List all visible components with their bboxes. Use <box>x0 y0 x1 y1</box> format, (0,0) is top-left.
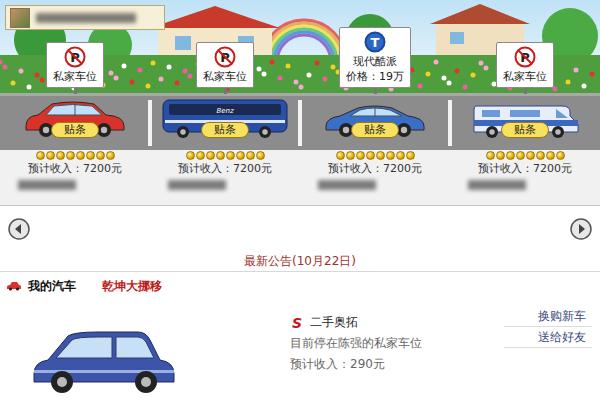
coin-row <box>336 151 415 160</box>
coin-icon <box>406 151 415 160</box>
sign-pole <box>524 88 527 94</box>
coin-icon <box>86 151 95 160</box>
coin-icon <box>206 151 215 160</box>
coin-icon <box>356 151 365 160</box>
my-car-info: S二手奥拓目前停在陈强的私家车位预计收入：290元 <box>290 300 504 373</box>
coin-icon <box>496 151 505 160</box>
user-box <box>5 5 165 30</box>
coin-icon <box>556 151 565 160</box>
svg-text:Benz: Benz <box>216 107 234 115</box>
sign-pole <box>74 88 77 94</box>
ticket-button[interactable]: 贴条 <box>351 122 399 138</box>
coin-icon <box>536 151 545 160</box>
coin-icon <box>386 151 395 160</box>
parking-spot: P私家车位贴条预计收入：7200元 <box>450 22 600 190</box>
owner-name-blurred <box>168 180 226 190</box>
coin-row <box>486 151 565 160</box>
no-parking-icon: P <box>64 46 86 68</box>
owner-name-blurred <box>318 180 376 190</box>
my-car-panel: S二手奥拓目前停在陈强的私家车位预计收入：290元换购新车送给好友 <box>0 300 600 403</box>
coin-icon <box>376 151 385 160</box>
latest-notice[interactable]: 最新公告(10月22日) <box>0 251 600 271</box>
coin-icon <box>66 151 75 160</box>
spot-income: 预计收入：7200元 <box>328 162 422 176</box>
my-car-header: 我的汽车 乾坤大挪移 <box>0 271 600 300</box>
coin-icon <box>336 151 345 160</box>
spot-income: 预计收入：7200元 <box>178 162 272 176</box>
spot-sign[interactable]: P私家车位 <box>496 42 554 88</box>
sign-pole <box>374 88 377 94</box>
spot-sign[interactable]: T现代酷派价格：19万 <box>339 27 411 88</box>
brand-icon: T <box>364 31 386 53</box>
car-icon <box>6 281 22 291</box>
coin-row <box>186 151 265 160</box>
coin-icon <box>526 151 535 160</box>
spot-income: 预计收入：7200元 <box>28 162 122 176</box>
no-parking-icon: P <box>514 46 536 68</box>
move-action[interactable]: 乾坤大挪移 <box>102 278 162 295</box>
sign-pole <box>224 88 227 94</box>
coin-icon <box>256 151 265 160</box>
arrow-left-icon <box>8 218 30 240</box>
coin-icon <box>516 151 525 160</box>
car-action-link[interactable]: 送给好友 <box>504 327 592 348</box>
car-actions: 换购新车送给好友 <box>504 300 592 348</box>
no-parking-icon: P <box>214 46 236 68</box>
coin-icon <box>506 151 515 160</box>
spot-income: 预计收入：7200元 <box>478 162 572 176</box>
parking-spot: P私家车位 Benz 贴条预计收入：7200元 <box>150 22 300 190</box>
coin-icon <box>236 151 245 160</box>
coin-icon <box>546 151 555 160</box>
user-avatar <box>10 8 30 28</box>
coin-icon <box>486 151 495 160</box>
prev-button[interactable] <box>8 218 30 240</box>
parking-spot: T现代酷派价格：19万贴条预计收入：7200元 <box>300 22 450 190</box>
spot-sign[interactable]: P私家车位 <box>196 42 254 88</box>
arrow-right-icon <box>570 218 592 240</box>
parking-spot: P私家车位贴条预计收入：7200元 <box>0 22 150 190</box>
coin-icon <box>36 151 45 160</box>
parking-lot-banner: P私家车位贴条预计收入：7200元P私家车位Benz贴条预计收入：7200元T现… <box>0 0 600 206</box>
suzuki-logo-icon: S <box>290 315 304 331</box>
coin-icon <box>46 151 55 160</box>
parked-car: 贴条 <box>460 94 590 140</box>
coin-icon <box>216 151 225 160</box>
coin-icon <box>396 151 405 160</box>
coin-row <box>36 151 115 160</box>
parking-game-page: P私家车位贴条预计收入：7200元P私家车位Benz贴条预计收入：7200元T现… <box>0 0 600 403</box>
spot-sign[interactable]: P私家车位 <box>46 42 104 88</box>
my-car-title: 我的汽车 <box>28 278 76 295</box>
coin-icon <box>196 151 205 160</box>
car-income: 预计收入：290元 <box>290 356 504 373</box>
car-name: S二手奥拓 <box>290 314 504 331</box>
car-action-link[interactable]: 换购新车 <box>504 306 592 327</box>
owner-name-blurred <box>18 180 76 190</box>
coin-icon <box>106 151 115 160</box>
coin-icon <box>346 151 355 160</box>
spot-nav <box>0 206 600 251</box>
next-button[interactable] <box>570 218 592 240</box>
coin-icon <box>186 151 195 160</box>
owner-name-blurred <box>468 180 526 190</box>
parked-car: 贴条 <box>310 94 440 140</box>
coin-icon <box>366 151 375 160</box>
ticket-button[interactable]: 贴条 <box>201 122 249 138</box>
coin-icon <box>96 151 105 160</box>
svg-text:T: T <box>371 35 380 50</box>
car-location: 目前停在陈强的私家车位 <box>290 335 504 352</box>
coin-icon <box>76 151 85 160</box>
my-car-picture <box>0 300 290 400</box>
parked-car: 贴条 <box>10 94 140 140</box>
coin-icon <box>56 151 65 160</box>
parking-spots: P私家车位贴条预计收入：7200元P私家车位Benz贴条预计收入：7200元T现… <box>0 0 600 190</box>
parked-car: Benz 贴条 <box>160 94 290 140</box>
my-car-icon <box>28 326 178 396</box>
spot-price: 价格：19万 <box>346 70 404 83</box>
ticket-button[interactable]: 贴条 <box>51 122 99 138</box>
coin-icon <box>226 151 235 160</box>
coin-icon <box>246 151 255 160</box>
user-name-blurred <box>36 13 136 23</box>
ticket-button[interactable]: 贴条 <box>501 122 549 138</box>
